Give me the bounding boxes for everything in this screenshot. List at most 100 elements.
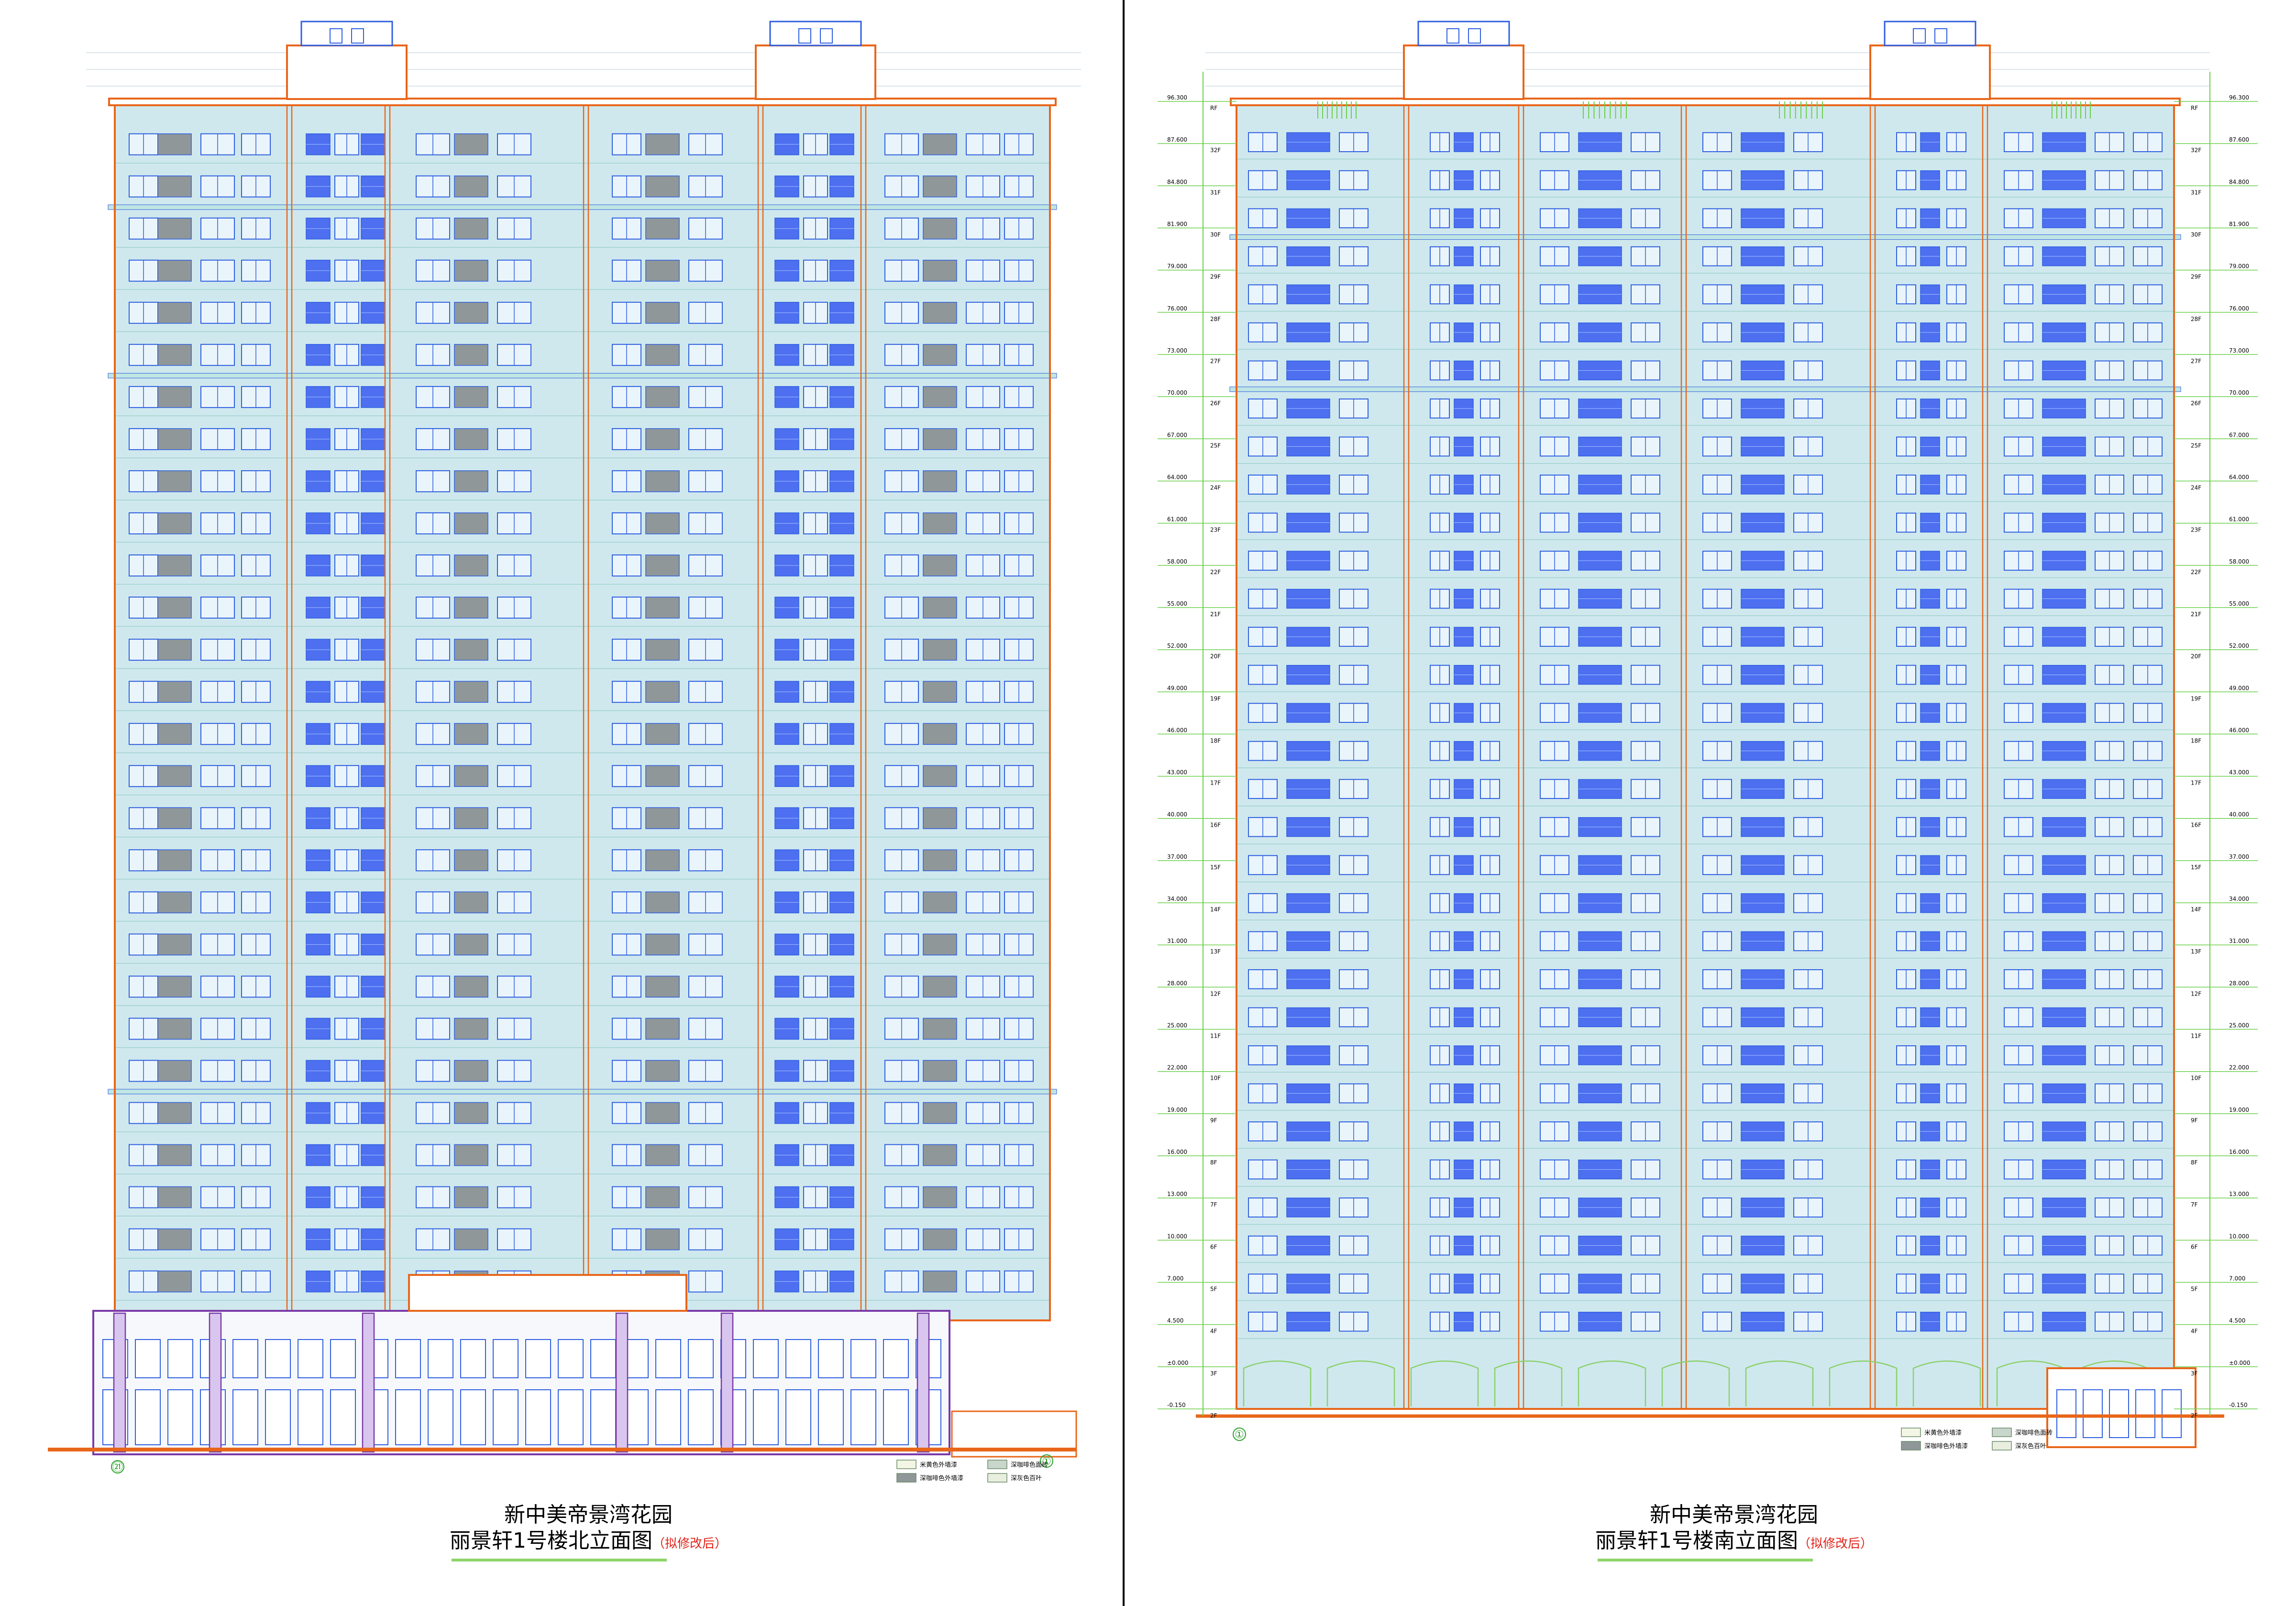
podium-column xyxy=(362,1312,375,1453)
shopfront-window xyxy=(428,1389,453,1445)
cornice-band xyxy=(108,1089,1057,1095)
louver-panel xyxy=(645,260,680,282)
louver-panel xyxy=(923,1018,957,1040)
level-label: 46.000 xyxy=(2229,727,2249,733)
level-label: 70.000 xyxy=(1167,389,1187,396)
level-label: 4.500 xyxy=(2229,1318,2245,1324)
cornice-band xyxy=(1229,387,2181,392)
floor-label: 32F xyxy=(1210,147,1221,154)
floor-label: 14F xyxy=(2191,906,2201,913)
louver-panel xyxy=(454,428,488,450)
level-label: ±0.000 xyxy=(1167,1360,1188,1366)
level-label: 58.000 xyxy=(1167,558,1187,565)
level-label: 96.300 xyxy=(2229,94,2249,101)
louver-panel xyxy=(923,175,957,198)
legend-label: 米黄色外墙漆 xyxy=(1924,1429,1962,1437)
louver-panel xyxy=(923,217,957,240)
louver-panel xyxy=(645,1144,680,1166)
shopfront-window xyxy=(493,1339,519,1378)
floor-label: 28F xyxy=(1210,316,1221,322)
louver-panel xyxy=(454,639,488,661)
louver-panel xyxy=(923,1270,957,1293)
louver-panel xyxy=(645,1186,680,1208)
shopfront-window xyxy=(330,1389,356,1445)
louver-panel xyxy=(157,891,192,914)
shopfront-window xyxy=(558,1339,584,1378)
louver-panel xyxy=(645,302,680,324)
louver-panel xyxy=(923,470,957,492)
level-label: 28.000 xyxy=(1167,980,1187,986)
floor-label: 19F xyxy=(1210,695,1221,702)
louver-panel xyxy=(923,1228,957,1251)
louver-panel xyxy=(157,933,192,956)
floor-label: 2F xyxy=(2191,1412,2198,1419)
elevation-drawing-sheet: 米黄色外墙漆 深咖啡色面砖深咖啡色外墙漆 深灰色百叶 米黄色外墙漆 深咖啡色面砖深咖啡… xyxy=(0,0,2296,1606)
roof-window xyxy=(330,28,342,44)
louver-panel xyxy=(157,597,192,619)
shopfront-window xyxy=(330,1339,356,1378)
louver-panel xyxy=(157,807,192,829)
legend-swatch xyxy=(1992,1428,2012,1437)
louver-panel xyxy=(157,1228,192,1251)
roof-parapet xyxy=(1230,98,2181,106)
cornice-band xyxy=(108,373,1057,378)
south-elevation xyxy=(1196,21,2224,1448)
shopfront-window xyxy=(525,1339,551,1378)
louver-panel xyxy=(157,639,192,661)
louver-panel xyxy=(157,1060,192,1082)
louver-panel xyxy=(923,1102,957,1124)
roof-window xyxy=(1934,28,1947,44)
louver-panel xyxy=(923,1144,957,1166)
south-caption: 新中美帝景湾花园 丽景轩1号楼南立面图（拟修改后） xyxy=(1567,1502,1901,1557)
shopfront-window xyxy=(493,1389,519,1445)
floor-label: 32F xyxy=(2191,147,2201,154)
louver-panel xyxy=(923,1186,957,1208)
louver-panel xyxy=(645,344,680,366)
louver-panel xyxy=(454,386,488,408)
floor-label: 19F xyxy=(2191,695,2201,702)
floor-label: 23F xyxy=(2191,527,2201,533)
podium-column xyxy=(720,1312,734,1453)
louver-panel xyxy=(454,512,488,534)
floor-label: 4F xyxy=(1210,1328,1217,1335)
level-label: 76.000 xyxy=(2229,305,2249,312)
level-label: 87.600 xyxy=(1167,136,1187,143)
level-label: 49.000 xyxy=(1167,685,1187,691)
level-label: 61.000 xyxy=(2229,516,2249,523)
louver-panel xyxy=(157,217,192,240)
floor-label: RF xyxy=(1210,105,1217,111)
shopfront-window xyxy=(460,1389,486,1445)
grid-bubble-left: ㉑ xyxy=(112,1462,123,1473)
floor-label: 6F xyxy=(1210,1243,1217,1250)
floor-label: 31F xyxy=(1210,189,1221,196)
level-label: 84.800 xyxy=(2229,178,2249,185)
floor-label: 16F xyxy=(2191,822,2201,829)
louver-panel xyxy=(454,344,488,366)
floor-label: 10F xyxy=(1210,1075,1221,1082)
louver-panel xyxy=(454,133,488,155)
louver-panel xyxy=(923,597,957,619)
podium-column xyxy=(916,1312,930,1453)
level-label: 73.000 xyxy=(2229,347,2249,354)
annex-window xyxy=(2109,1389,2129,1438)
level-label: -0.150 xyxy=(2229,1402,2248,1408)
shopfront-window xyxy=(232,1389,258,1445)
level-label: 46.000 xyxy=(1167,727,1187,733)
shopfront-window xyxy=(232,1339,258,1378)
level-label: 81.900 xyxy=(2229,221,2249,227)
louver-panel xyxy=(157,133,192,155)
level-label: 61.000 xyxy=(1167,516,1187,523)
level-label: 31.000 xyxy=(1167,938,1187,944)
level-label: 58.000 xyxy=(2229,558,2249,565)
louver-panel xyxy=(923,428,957,450)
louver-panel xyxy=(645,386,680,408)
level-label: 87.600 xyxy=(2229,136,2249,143)
floor-label: 20F xyxy=(2191,653,2201,660)
louver-panel xyxy=(645,891,680,914)
level-label: 7.000 xyxy=(1167,1275,1183,1282)
shopfront-window xyxy=(753,1339,779,1378)
floor-label: 30F xyxy=(2191,231,2201,238)
louver-panel xyxy=(923,554,957,576)
floor-label: 12F xyxy=(2191,990,2201,997)
roof-machine-room xyxy=(300,21,393,46)
